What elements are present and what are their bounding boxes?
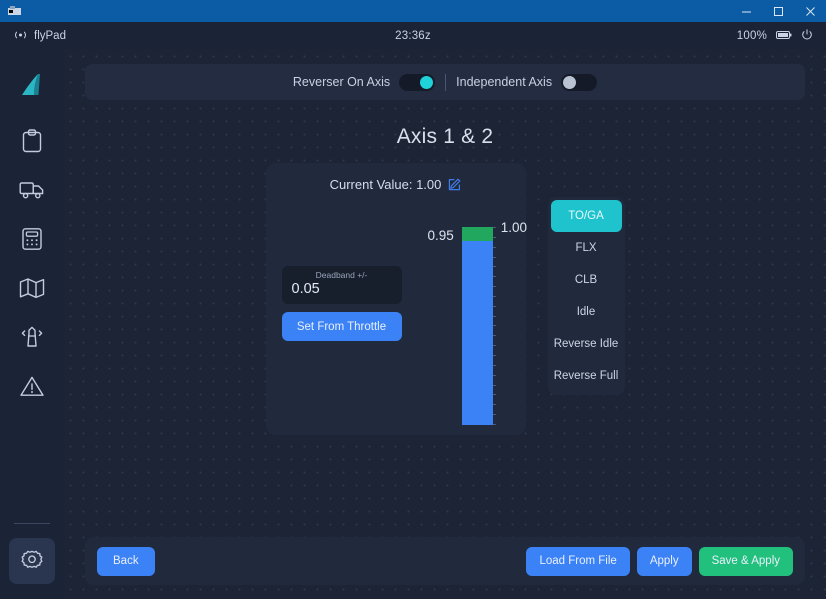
detent-item-label: CLB [574,274,598,286]
axis-panel-body: Deadband +/- 0.05 Set From Throttle 0.95… [281,198,527,425]
switch-reverser-on-axis[interactable] [399,73,436,91]
switch-knob [563,75,577,89]
sidebar-item-performance[interactable] [9,216,55,262]
meter-ticks [492,227,497,425]
battery-icon [776,30,792,43]
apply-button[interactable]: Apply [636,546,692,576]
toggle-independent-axis[interactable]: Independent Axis [446,73,607,91]
app-window-icon [6,4,22,18]
sidebar-item-failures[interactable] [9,363,55,409]
warning-triangle-icon [19,375,45,398]
meter-fill [461,240,493,425]
sidebar-bottom [9,523,55,599]
switch-independent-axis[interactable] [561,73,598,91]
detent-item-label: TO/GA [568,210,604,222]
page-title: Axis 1 & 2 [396,125,494,148]
axis-options-bar: Reverser On Axis Independent Axis [85,64,805,100]
save-and-apply-button[interactable]: Save & Apply [698,546,793,576]
flypad-statusbar: flyPad 23:36z 100% [0,22,826,50]
calculator-icon [21,227,43,251]
detent-list: TO/GA FLX CLB Idle Reverse Idle Reverse Full [547,197,625,395]
toggle-label-reverser-on-axis: Reverser On Axis [292,75,391,89]
sidebar-item-ground[interactable] [9,167,55,213]
gear-icon [19,548,45,574]
deadband-controls: Deadband +/- 0.05 Set From Throttle [281,266,402,341]
edit-pencil-square-icon[interactable] [448,178,461,191]
detent-item-clb[interactable]: CLB [551,264,622,296]
detent-item-reverse-full[interactable]: Reverse Full [551,360,622,392]
statusbar-right: 100% [736,28,813,44]
aircraft-tail-logo-icon[interactable] [9,62,55,108]
meter-detent-band [461,227,493,241]
statusbar-time: 23:36z [395,30,431,42]
clipboard-icon [21,129,43,153]
battery-percent: 100% [736,30,767,42]
meter-bar[interactable] [461,227,496,425]
detent-item-label: FLX [575,242,597,254]
toggle-reverser-on-axis[interactable]: Reverser On Axis [283,73,445,91]
set-from-throttle-button[interactable]: Set From Throttle [281,312,402,341]
detent-item-to-ga[interactable]: TO/GA [550,200,622,232]
main-content: Reverser On Axis Independent Axis Axis 1… [64,50,826,599]
sidebar-item-atc[interactable] [9,314,55,360]
back-button[interactable]: Back [97,546,155,576]
detent-item-reverse-idle[interactable]: Reverse Idle [551,328,622,360]
sidebar-item-settings[interactable] [9,538,55,584]
action-bar-right: Load From File Apply Save & Apply [526,546,793,576]
detent-item-label: Idle [576,306,596,318]
meter-low-label: 0.95 [427,228,454,243]
deadband-input[interactable]: Deadband +/- 0.05 [281,266,402,304]
maximize-icon[interactable] [762,0,794,22]
sidebar-item-navigation[interactable] [9,265,55,311]
minimize-icon[interactable] [730,0,762,22]
switch-knob [420,75,434,89]
detent-item-idle[interactable]: Idle [551,296,622,328]
axis-panel: Current Value: 1.00 Deadband +/- 0.05 Se… [265,163,527,435]
close-icon[interactable] [794,0,826,22]
detent-item-label: Reverse Idle [553,338,619,350]
map-icon [19,277,45,299]
window-controls [730,0,826,22]
app-body: Reverser On Axis Independent Axis Axis 1… [0,50,826,599]
deadband-value: 0.05 [291,281,320,297]
axis-configuration-row: Current Value: 1.00 Deadband +/- 0.05 Se… [85,163,805,435]
control-tower-icon [19,325,45,349]
meter-high-label: 1.00 [500,220,528,235]
load-from-file-button[interactable]: Load From File [526,546,630,576]
sidebar [0,50,64,599]
detent-item-flx[interactable]: FLX [551,232,622,264]
current-value-row: Current Value: 1.00 [282,177,510,192]
truck-icon [19,179,45,201]
window-titlebar [0,0,826,22]
sidebar-item-dispatch[interactable] [9,118,55,164]
action-bar: Back Load From File Apply Save & Apply [85,537,805,585]
toggle-label-independent-axis: Independent Axis [456,75,553,89]
current-value-label: Current Value: 1.00 [329,177,442,192]
detent-item-label: Reverse Full [553,370,619,382]
power-icon[interactable] [801,28,813,44]
deadband-label: Deadband +/- [315,270,368,280]
throttle-meter: 0.95 1.00 [427,221,527,425]
sidebar-divider [14,523,50,524]
